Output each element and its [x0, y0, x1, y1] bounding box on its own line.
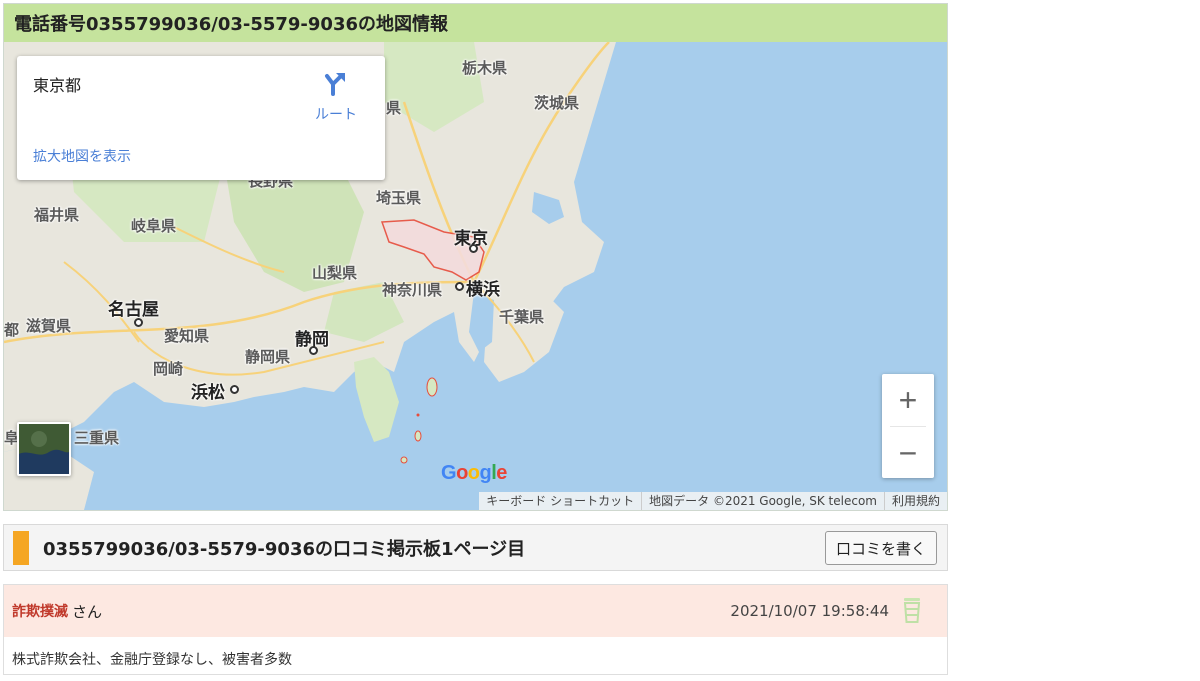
yokohama-marker	[455, 282, 464, 291]
map-section: 電話番号0355799036/03-5579-9036の地図情報 栃木県 茨城県…	[3, 3, 948, 511]
zoom-out-button[interactable]: −	[882, 427, 934, 479]
label-hamamatsu: 浜松	[191, 383, 225, 403]
label-mie: 三重県	[74, 429, 120, 447]
google-logo-letter: o	[467, 462, 480, 484]
label-saitama: 埼玉県	[376, 189, 422, 207]
google-logo: Google	[441, 462, 507, 485]
label-chiba: 千葉県	[499, 308, 545, 326]
board-accent-bar	[13, 530, 29, 565]
label-gifu: 岐阜県	[131, 217, 177, 235]
map-view[interactable]: 栃木県 茨城県 県 長野県 福井県 岐阜県 埼玉県 東京 山梨県 神奈川県 横浜…	[4, 42, 947, 510]
label-kyoto: 都	[4, 321, 20, 339]
map-data-attribution: 地図データ ©2021 Google, SK telecom	[641, 492, 884, 510]
nagoya-marker	[134, 318, 143, 327]
label-fukui: 福井県	[34, 206, 80, 224]
board-title: 0355799036/03-5579-9036の口コミ掲示板1ページ目	[43, 538, 526, 560]
label-gunma: 県	[386, 99, 402, 117]
google-logo-letter: G	[441, 462, 457, 484]
google-logo-letter: e	[496, 462, 507, 484]
directions-icon	[325, 73, 345, 96]
terms-link[interactable]: 利用規約	[883, 492, 947, 510]
zoom-control: + −	[882, 374, 934, 478]
place-info-card: 東京都 ルート 拡大地図を表示	[17, 56, 385, 180]
label-kanagawa: 神奈川県	[382, 281, 443, 299]
google-logo-letter: o	[456, 462, 468, 484]
route-button[interactable]: ルート	[309, 70, 363, 124]
map-attribution: キーボード ショートカット 地図データ ©2021 Google, SK tel…	[479, 492, 947, 510]
label-shiga: 滋賀県	[26, 317, 72, 335]
comment-date: 2021/10/07 19:58:44	[730, 602, 889, 620]
label-yamanashi: 山梨県	[312, 264, 358, 282]
keyboard-shortcuts-link[interactable]: キーボード ショートカット	[479, 492, 641, 510]
write-review-button[interactable]: 口コミを書く	[824, 531, 937, 565]
satellite-thumbnail-icon	[19, 424, 69, 474]
hamamatsu-marker	[230, 385, 239, 394]
comment-author[interactable]: 詐欺撲滅	[12, 601, 68, 621]
label-tochigi: 栃木県	[462, 59, 508, 77]
comment-item: 詐欺撲滅 さん 2021/10/07 19:58:44 株式詐欺会社、金融庁登録…	[3, 584, 948, 675]
google-logo-letter: g	[479, 462, 492, 484]
label-ibaraki: 茨城県	[534, 94, 580, 112]
map-title: 電話番号0355799036/03-5579-9036の地図情報	[4, 4, 947, 42]
label-okazaki: 岡崎	[153, 360, 184, 378]
enlarge-map-link[interactable]: 拡大地図を表示	[33, 146, 131, 166]
label-nagoya: 名古屋	[108, 300, 159, 320]
comment-header: 詐欺撲滅 さん 2021/10/07 19:58:44	[4, 585, 947, 637]
comment-body: 株式詐欺会社、金融庁登録なし、被害者多数	[12, 652, 292, 668]
tokyo-marker	[469, 244, 478, 253]
label-aichi: 愛知県	[164, 327, 210, 345]
place-name: 東京都	[33, 76, 82, 95]
label-shizuoka: 静岡県	[245, 348, 291, 366]
board-header: 0355799036/03-5579-9036の口コミ掲示板1ページ目 口コミを…	[3, 524, 948, 571]
label-yokohama: 横浜	[466, 280, 500, 300]
zoom-in-button[interactable]: +	[882, 374, 934, 426]
satellite-toggle[interactable]	[17, 422, 71, 476]
comment-honorific: さん	[72, 602, 103, 621]
trash-icon[interactable]	[901, 596, 923, 624]
shizuoka-marker	[309, 346, 318, 355]
route-label: ルート	[315, 107, 357, 123]
